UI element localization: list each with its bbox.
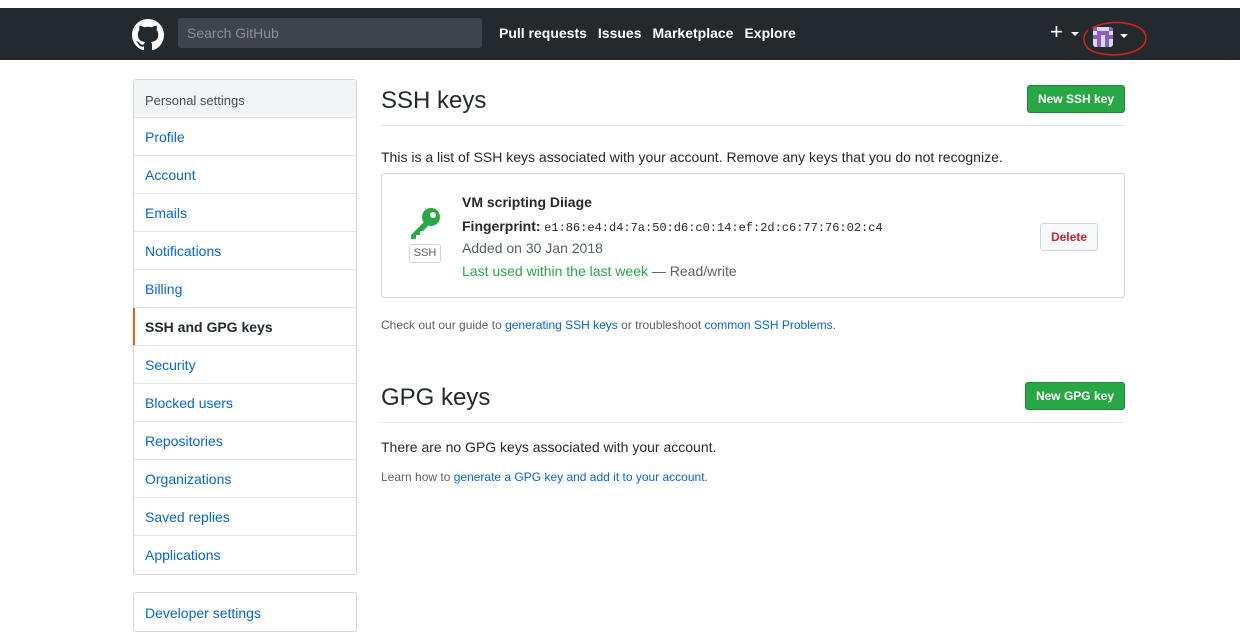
fingerprint-label: Fingerprint:	[462, 218, 541, 234]
learn-suffix: .	[704, 470, 708, 484]
nav-issues[interactable]: Issues	[598, 25, 642, 41]
gpg-section: GPG keys New GPG key	[381, 376, 1125, 423]
sidebar-item-security[interactable]: Security	[134, 346, 356, 384]
help-prefix: Check out our guide to	[381, 318, 506, 332]
ssh-key-added-date: Added on 30 Jan 2018	[462, 240, 603, 256]
no-gpg-keys-text: There are no GPG keys associated with yo…	[381, 439, 717, 455]
nav-marketplace[interactable]: Marketplace	[653, 25, 734, 41]
key-icon	[411, 208, 440, 239]
gpg-learn-text: Learn how to generate a GPG key and add …	[381, 470, 708, 484]
sidebar-item-developer-settings[interactable]: Developer settings	[133, 592, 357, 632]
generate-gpg-key-link[interactable]: generate a GPG key and add it to your ac…	[454, 470, 705, 484]
gpg-subhead: GPG keys New GPG key	[381, 376, 1125, 423]
sidebar-item-saved-replies[interactable]: Saved replies	[134, 498, 356, 536]
sidebar-item-ssh-gpg-keys[interactable]: SSH and GPG keys	[133, 308, 356, 346]
plus-icon[interactable]: +	[1050, 20, 1063, 44]
ssh-keys-heading: SSH keys	[381, 87, 487, 114]
sidebar-item-blocked-users[interactable]: Blocked users	[134, 384, 356, 422]
sidebar-item-emails[interactable]: Emails	[134, 194, 356, 232]
help-suffix: .	[832, 318, 836, 332]
nav-pull-requests[interactable]: Pull requests	[499, 25, 587, 41]
nav-explore[interactable]: Explore	[744, 25, 795, 41]
sidebar-item-account[interactable]: Account	[134, 156, 356, 194]
access-text: — Read/write	[648, 263, 737, 279]
ssh-key-last-used: Last used within the last week — Read/wr…	[462, 263, 737, 279]
ssh-key-fingerprint: Fingerprint: e1:86:e4:d4:7a:50:d6:c0:14:…	[462, 218, 883, 235]
main-content: SSH keys New SSH key This is a list of S…	[381, 79, 1125, 484]
red-circle-annotation	[1083, 21, 1147, 56]
ssh-intro-text: This is a list of SSH keys associated wi…	[381, 149, 1003, 165]
sidebar-item-repositories[interactable]: Repositories	[134, 422, 356, 460]
common-ssh-problems-link[interactable]: common SSH Problems	[705, 318, 833, 332]
chevron-down-icon[interactable]	[1071, 32, 1079, 36]
learn-prefix: Learn how to	[381, 470, 454, 484]
help-mid: or troubleshoot	[617, 318, 705, 332]
ssh-help-text: Check out our guide to generating SSH ke…	[381, 318, 836, 332]
sidebar-item-notifications[interactable]: Notifications	[134, 232, 356, 270]
settings-sidebar: Personal settings Profile Account Emails…	[133, 79, 357, 575]
sidebar-title: Personal settings	[134, 80, 356, 118]
delete-key-button[interactable]: Delete	[1039, 223, 1098, 251]
gpg-keys-heading: GPG keys	[381, 384, 491, 411]
new-gpg-key-button[interactable]: New GPG key	[1024, 382, 1125, 410]
search-input[interactable]	[178, 18, 482, 48]
sidebar-item-profile[interactable]: Profile	[134, 118, 356, 156]
search-box[interactable]	[178, 18, 482, 48]
top-header: Pull requests Issues Marketplace Explore…	[0, 8, 1240, 60]
sidebar-item-billing[interactable]: Billing	[134, 270, 356, 308]
top-nav: Pull requests Issues Marketplace Explore	[499, 25, 796, 41]
generating-ssh-keys-link[interactable]: generating SSH keys	[505, 318, 618, 332]
sidebar-item-applications[interactable]: Applications	[134, 536, 356, 574]
github-logo-icon[interactable]	[132, 19, 164, 51]
ssh-type-label: SSH	[409, 244, 441, 263]
ssh-subhead: SSH keys New SSH key	[381, 79, 1125, 126]
ssh-key-entry: SSH VM scripting Diiage Fingerprint: e1:…	[381, 173, 1125, 298]
ssh-key-title: VM scripting Diiage	[462, 194, 592, 210]
last-used-text: Last used within the last week	[462, 263, 648, 279]
new-ssh-key-button[interactable]: New SSH key	[1026, 85, 1125, 113]
fingerprint-value: e1:86:e4:d4:7a:50:d6:c0:14:ef:2d:c6:77:7…	[544, 221, 883, 235]
sidebar-item-organizations[interactable]: Organizations	[134, 460, 356, 498]
